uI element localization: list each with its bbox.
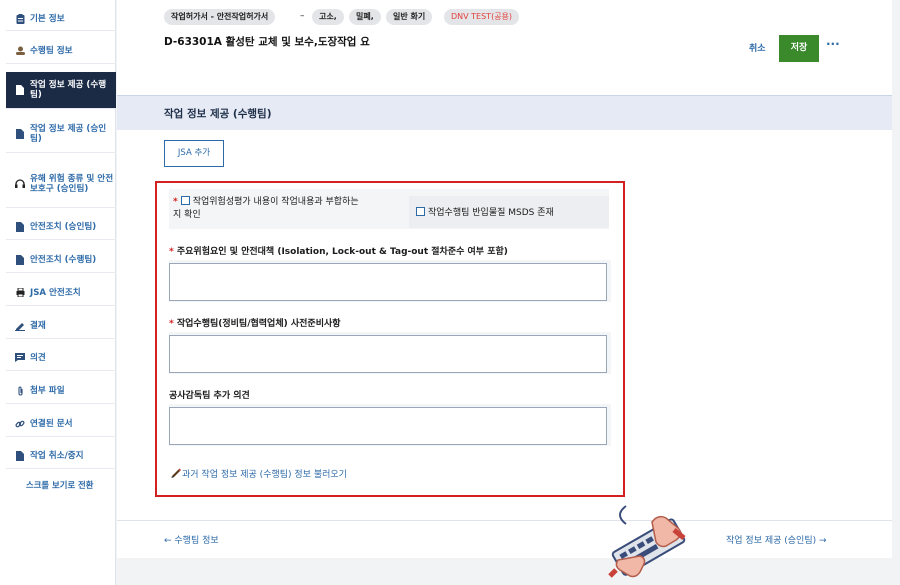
- field-label-hazards: * 주요위험요인 및 안전대책 (Isolation, Lock-out & T…: [169, 244, 508, 257]
- prev-section-link[interactable]: ← 수행팀 정보: [164, 533, 219, 546]
- sidebar-item-safety-performer[interactable]: 안전조치 (수행팀): [6, 247, 116, 273]
- sidebar-item-label: 의견: [30, 352, 46, 363]
- pen-icon: [14, 321, 26, 331]
- work-type-tag: 밀폐,: [349, 9, 381, 25]
- sidebar-item-comments[interactable]: 의견: [6, 345, 116, 371]
- footer-nav: ← 수행팀 정보 작업 정보 제공 (승인팀) →: [117, 520, 892, 558]
- sidebar-item-jsa-safety[interactable]: JSA 안전조치: [6, 280, 116, 306]
- comment-icon: [14, 353, 26, 362]
- checkbox-assessment-match[interactable]: * 작업위험성평가 내용이 작업내용과 부합하는지 확인: [173, 196, 363, 222]
- document-icon: [14, 450, 26, 461]
- sidebar-item-label: 유해 위험 종류 및 안전보호구 (승인팀): [30, 173, 114, 194]
- field-label-text: 작업수행팀(정비팀/협력업체) 사전준비사항: [176, 319, 341, 329]
- printer-icon: [14, 288, 26, 297]
- sidebar-item-safety-approver[interactable]: 안전조치 (승인팀): [6, 214, 116, 240]
- permit-type-tag: 작업허가서 - 안전작업허가서: [164, 9, 276, 25]
- document-icon: [14, 254, 26, 265]
- checkbox-label: 작업수행팀 반입물질 MSDS 존재: [428, 208, 554, 218]
- sidebar-item-approval[interactable]: 결재: [6, 313, 116, 339]
- sidebar-item-label: 첨부 파일: [30, 385, 65, 396]
- sidebar-item-label: 결재: [30, 320, 46, 331]
- hazards-textarea[interactable]: [169, 263, 607, 301]
- sidebar: 기본 정보 수행팀 정보 작업 정보 제공 (수행팀) 작업 정보 제공 (승인…: [0, 0, 116, 585]
- save-button[interactable]: 저장: [779, 35, 819, 62]
- section-title: 작업 정보 제공 (수행팀): [164, 108, 272, 120]
- checkbox-icon[interactable]: [416, 207, 425, 216]
- sidebar-item-work-info-performer[interactable]: 작업 정보 제공 (수행팀): [6, 72, 116, 109]
- field-label-preparation: * 작업수행팀(정비팀/협력업체) 사전준비사항: [169, 316, 341, 329]
- more-options-button[interactable]: ···: [826, 37, 840, 51]
- sidebar-item-label: 작업 정보 제공 (승인팀): [30, 124, 107, 144]
- document-title: D-63301A 활성탄 교체 및 보수,도장작업 요: [164, 36, 370, 48]
- field-label-supervisor-comment: 공사감독팀 추가 의견: [169, 391, 250, 401]
- load-previous-link[interactable]: 과거 작업 정보 제공 (수행팀) 정보 불러오기: [171, 467, 347, 480]
- checkbox-area: * 작업위험성평가 내용이 작업내용과 부합하는지 확인 작업수행팀 반입물질 M…: [169, 189, 609, 229]
- section-body: JSA 추가 * 작업위험성평가 내용이 작업내용과 부합하는지 확인 작업수행팀…: [117, 130, 892, 520]
- highlight-box: * 작업위험성평가 내용이 작업내용과 부합하는지 확인 작업수행팀 반입물질 M…: [155, 181, 625, 497]
- company-tag: DNV TEST(공용): [444, 9, 520, 25]
- main-content: 작업허가서 - 안전작업허가서 – 고소, 밀폐, 일반 화기 DNV TEST…: [117, 0, 892, 585]
- clipboard-icon: [14, 13, 26, 24]
- scroll-view-toggle[interactable]: 스크롤 보기로 전환: [26, 479, 93, 491]
- link-icon: [14, 419, 26, 429]
- checkbox-label: 작업위험성평가 내용이 작업내용과 부합하는지 확인: [173, 197, 359, 220]
- pencil-icon: [171, 468, 182, 480]
- field-label-text: 주요위험요인 및 안전대책 (Isolation, Lock-out & Tag…: [176, 247, 508, 257]
- document-icon: [14, 85, 26, 95]
- work-type-tag: 고소,: [312, 9, 344, 25]
- document-header: 작업허가서 - 안전작업허가서 – 고소, 밀폐, 일반 화기 DNV TEST…: [117, 0, 892, 96]
- sidebar-item-label: 안전조치 (승인팀): [30, 221, 97, 232]
- sidebar-item-label: 수행팀 정보: [30, 45, 73, 56]
- sidebar-item-team-info[interactable]: 수행팀 정보: [6, 38, 116, 64]
- supervisor-comment-textarea[interactable]: [169, 407, 607, 445]
- sidebar-item-basic-info[interactable]: 기본 정보: [6, 7, 116, 31]
- sidebar-item-label: 기본 정보: [30, 13, 65, 24]
- sidebar-item-label: 안전조치 (수행팀): [30, 254, 97, 265]
- sidebar-item-label: 작업 취소/중지: [30, 450, 84, 461]
- load-previous-label: 과거 작업 정보 제공 (수행팀) 정보 불러오기: [182, 470, 347, 480]
- sidebar-item-attachments[interactable]: 첨부 파일: [6, 378, 116, 404]
- checkbox-icon[interactable]: [180, 196, 190, 205]
- add-jsa-button[interactable]: JSA 추가: [164, 140, 224, 167]
- next-section-link[interactable]: 작업 정보 제공 (승인팀) →: [726, 533, 827, 546]
- required-marker: *: [169, 319, 174, 329]
- sidebar-item-label: 작업 정보 제공 (수행팀): [30, 80, 107, 100]
- keyboard-typing-illustration: [604, 498, 694, 578]
- work-type-tag: 일반 화기: [386, 9, 433, 25]
- cancel-button[interactable]: 취소: [749, 41, 766, 54]
- sidebar-item-label: 연결된 문서: [30, 418, 73, 429]
- sidebar-item-hazard-ppe[interactable]: 유해 위험 종류 및 안전보호구 (승인팀): [6, 160, 116, 208]
- document-icon: [14, 129, 26, 139]
- sidebar-item-work-info-approver[interactable]: 작업 정보 제공 (승인팀): [6, 116, 116, 153]
- tag-separator: –: [300, 11, 305, 21]
- required-marker: *: [173, 197, 178, 207]
- document-icon: [14, 221, 26, 232]
- sidebar-item-linked-docs[interactable]: 연결된 문서: [6, 411, 116, 437]
- required-marker: *: [169, 247, 174, 257]
- headset-icon: [14, 179, 26, 188]
- paperclip-icon: [14, 385, 26, 396]
- checkbox-msds[interactable]: 작업수행팀 반입물질 MSDS 존재: [409, 196, 609, 228]
- sidebar-item-label: JSA 안전조치: [30, 287, 81, 298]
- preparation-textarea[interactable]: [169, 335, 607, 373]
- sidebar-item-cancel-stop[interactable]: 작업 취소/중지: [6, 443, 116, 469]
- section-header: 작업 정보 제공 (수행팀): [117, 96, 892, 130]
- team-icon: [14, 46, 26, 55]
